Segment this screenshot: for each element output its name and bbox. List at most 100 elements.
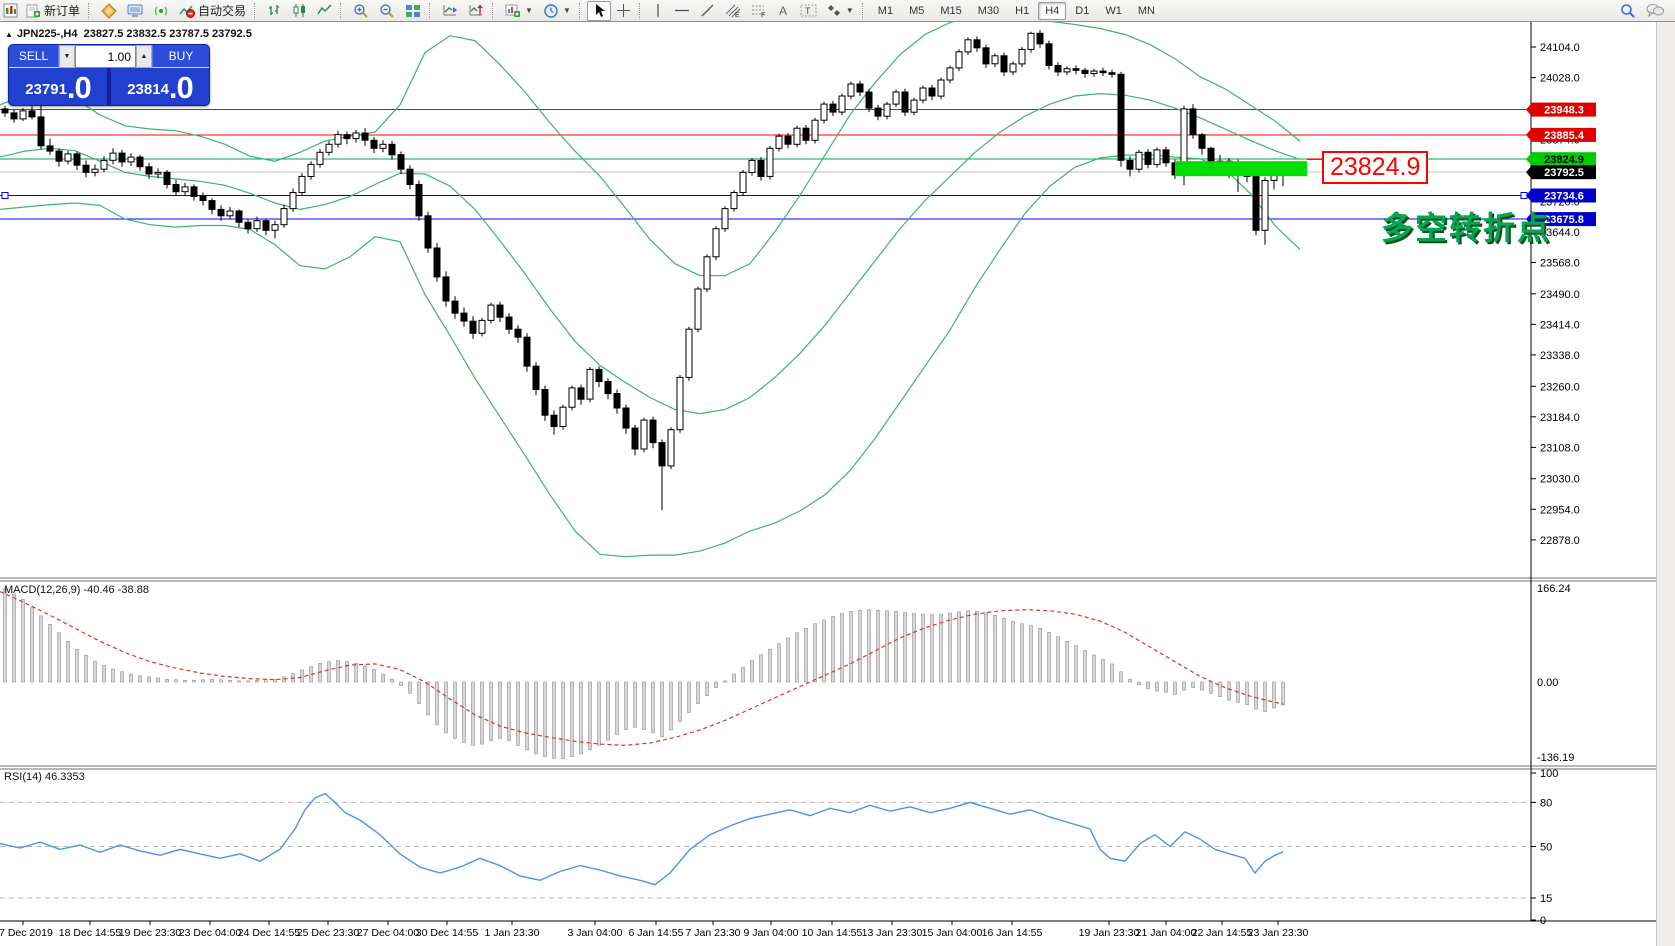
horizontal-line-tool[interactable] bbox=[669, 1, 695, 21]
candle-body bbox=[785, 136, 791, 144]
text-label-tool[interactable]: T bbox=[795, 1, 822, 21]
timeframe-M30[interactable]: M30 bbox=[971, 2, 1006, 20]
tile-windows-icon bbox=[405, 4, 421, 18]
macd-histogram-bar bbox=[850, 611, 853, 682]
time-tick-label: 6 Jan 14:55 bbox=[629, 927, 684, 939]
macd-histogram-bar bbox=[1273, 682, 1276, 708]
autotrading-icon bbox=[179, 3, 195, 18]
time-tick-label: 3 Jan 04:00 bbox=[568, 927, 623, 939]
macd-histogram-bar bbox=[544, 682, 547, 757]
timeframe-D1[interactable]: D1 bbox=[1068, 2, 1096, 20]
search-button[interactable] bbox=[1615, 1, 1641, 21]
macd-histogram-bar bbox=[805, 628, 808, 682]
line-chart-button[interactable] bbox=[312, 1, 337, 21]
level-price-label[interactable]: 23824.9 bbox=[1322, 151, 1428, 184]
time-tick-label: 15 Jan 04:00 bbox=[922, 927, 983, 939]
timeframe-M15[interactable]: M15 bbox=[933, 2, 968, 20]
trendline-tool[interactable] bbox=[695, 1, 720, 21]
bar-chart-button[interactable] bbox=[262, 1, 287, 21]
timeframe-M5[interactable]: M5 bbox=[902, 2, 931, 20]
arrows-dropdown[interactable]: ▼ bbox=[822, 1, 859, 21]
candle-body bbox=[119, 153, 125, 162]
chart-shift-button[interactable] bbox=[463, 1, 489, 21]
candle-body bbox=[776, 136, 782, 148]
text-label-icon: T bbox=[800, 3, 817, 18]
highlight-rectangle[interactable] bbox=[1175, 161, 1307, 176]
window-right-strip[interactable] bbox=[1656, 22, 1675, 946]
toolbar-handle bbox=[639, 3, 644, 19]
candle-body bbox=[605, 382, 611, 394]
cursor-tool-button[interactable] bbox=[587, 1, 611, 21]
svg-text:A: A bbox=[779, 4, 787, 18]
buy-price-big: .0 bbox=[169, 73, 193, 103]
candle-body bbox=[1037, 33, 1043, 44]
signal-button[interactable] bbox=[148, 1, 174, 21]
zoom-out-button[interactable] bbox=[374, 1, 400, 21]
volume-input[interactable]: 1.00 bbox=[75, 45, 136, 68]
collapse-icon[interactable]: ▲ bbox=[5, 30, 13, 39]
vertical-line-icon bbox=[652, 3, 664, 18]
macd-histogram-bar bbox=[877, 610, 880, 682]
candle-body bbox=[794, 128, 800, 144]
chat-icon bbox=[1646, 3, 1664, 18]
price-tick-label: 24028.0 bbox=[1540, 73, 1580, 85]
buy-price[interactable]: 23814.0 bbox=[111, 68, 209, 105]
new-order-label: 新订单 bbox=[44, 2, 80, 19]
symbol-name: JPN225-,H4 bbox=[17, 28, 78, 40]
timeframe-H4[interactable]: H4 bbox=[1038, 2, 1066, 20]
macd-scale-label: 0.00 bbox=[1537, 677, 1558, 689]
sell-button[interactable]: SELL bbox=[9, 45, 59, 68]
text-tool[interactable]: A bbox=[772, 1, 795, 21]
candle-body bbox=[722, 209, 728, 229]
line-anchor[interactable] bbox=[2, 192, 8, 198]
timeframe-W1[interactable]: W1 bbox=[1098, 2, 1129, 20]
buy-button[interactable]: BUY bbox=[152, 45, 209, 68]
candle-body bbox=[947, 68, 953, 80]
new-order-button[interactable]: 新订单 bbox=[21, 1, 85, 21]
line-chart-icon bbox=[317, 3, 332, 18]
timeframe-H1[interactable]: H1 bbox=[1008, 2, 1036, 20]
candle-body bbox=[965, 40, 971, 52]
vertical-line-tool[interactable] bbox=[647, 1, 669, 21]
macd-histogram-bar bbox=[1192, 682, 1195, 688]
turning-point-annotation[interactable]: 多空转折点 bbox=[1381, 203, 1551, 249]
profiles-dropdown[interactable]: ▼ bbox=[538, 1, 576, 21]
chat-button[interactable] bbox=[1641, 1, 1669, 21]
macd-histogram-bar bbox=[994, 615, 997, 682]
tile-windows-button[interactable] bbox=[400, 1, 426, 21]
timeframe-MN[interactable]: MN bbox=[1131, 2, 1162, 20]
crosshair-tool-button[interactable] bbox=[611, 1, 636, 21]
autotrading-button[interactable]: 自动交易 bbox=[174, 1, 251, 21]
candle-body bbox=[875, 108, 881, 116]
zoom-in-button[interactable] bbox=[348, 1, 374, 21]
macd-histogram-bar bbox=[31, 607, 34, 682]
buy-price-main: 23814 bbox=[127, 77, 169, 103]
candle-body bbox=[344, 135, 350, 139]
fibonacci-tool[interactable]: F bbox=[746, 1, 772, 21]
candle-body bbox=[1064, 69, 1070, 72]
new-chart-dropdown[interactable]: ▼ bbox=[500, 1, 538, 21]
candle-body bbox=[65, 154, 71, 161]
volume-increase-button[interactable]: ▲ bbox=[136, 45, 152, 68]
candle-body bbox=[731, 193, 737, 209]
metaquotes-button[interactable] bbox=[96, 1, 122, 21]
sell-price-main: 23791 bbox=[25, 77, 67, 103]
candle-body bbox=[11, 113, 17, 119]
timeframe-M1[interactable]: M1 bbox=[871, 2, 900, 20]
candlestick-chart-button[interactable] bbox=[287, 1, 312, 21]
rsi-scale-label: 100 bbox=[1540, 768, 1558, 780]
zoom-out-icon bbox=[379, 3, 395, 19]
price-tick-label: 23338.0 bbox=[1540, 350, 1580, 362]
channel-icon: E bbox=[725, 3, 741, 18]
terminal-button[interactable] bbox=[122, 1, 148, 21]
price-tick-label: 23184.0 bbox=[1540, 412, 1580, 424]
volume-decrease-button[interactable]: ▼ bbox=[59, 45, 75, 68]
macd-histogram-bar bbox=[130, 674, 133, 682]
candle-body bbox=[857, 84, 863, 92]
equidistant-channel-tool[interactable]: E bbox=[720, 1, 746, 21]
macd-histogram-bar bbox=[1111, 664, 1114, 682]
sell-price[interactable]: 23791.0 bbox=[9, 68, 107, 105]
candle-body bbox=[317, 152, 323, 164]
macd-histogram-bar bbox=[166, 679, 169, 682]
auto-scroll-button[interactable] bbox=[437, 1, 463, 21]
